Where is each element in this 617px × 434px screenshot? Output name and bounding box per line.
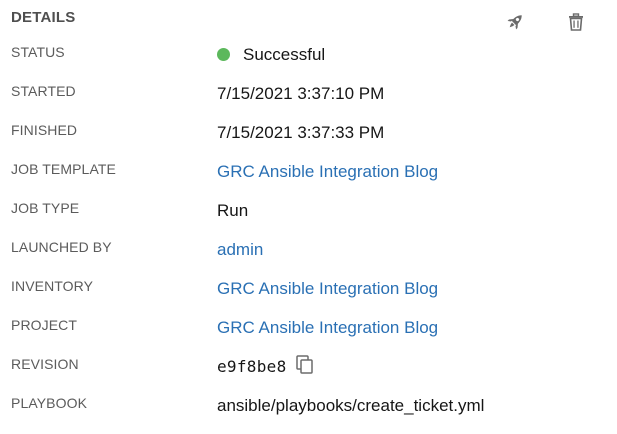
finished-row: FINISHED 7/15/2021 3:37:33 PM — [0, 122, 617, 161]
playbook-row: PLAYBOOK ansible/playbooks/create_ticket… — [0, 395, 617, 434]
launched-by-label: LAUNCHED BY — [11, 239, 112, 255]
details-heading: DETAILS — [11, 9, 76, 26]
job-details-panel: DETAILS STATUS Successful STARTED 7/15/2… — [0, 0, 617, 421]
status-label: STATUS — [11, 44, 65, 60]
job-type-row: JOB TYPE Run — [0, 200, 617, 239]
project-row: PROJECT GRC Ansible Integration Blog — [0, 317, 617, 356]
copy-icon[interactable] — [294, 353, 316, 375]
trash-icon[interactable] — [565, 11, 587, 33]
job-type-label: JOB TYPE — [11, 200, 80, 216]
header-actions — [497, 11, 617, 35]
playbook-value: ansible/playbooks/create_ticket.yml — [217, 396, 485, 415]
inventory-link[interactable]: GRC Ansible Integration Blog — [217, 279, 438, 299]
rocket-icon[interactable] — [504, 11, 526, 33]
finished-value: 7/15/2021 3:37:33 PM — [217, 123, 385, 142]
project-label: PROJECT — [11, 317, 78, 333]
revision-row: REVISION e9f8be8 — [0, 353, 617, 395]
job-template-row: JOB TEMPLATE GRC Ansible Integration Blo… — [0, 161, 617, 200]
started-value: 7/15/2021 3:37:10 PM — [217, 84, 385, 103]
status-row: STATUS Successful — [0, 44, 617, 83]
playbook-label: PLAYBOOK — [11, 395, 88, 411]
job-type-value: Run — [217, 201, 249, 220]
started-label: STARTED — [11, 83, 76, 99]
job-template-label: JOB TEMPLATE — [11, 161, 116, 177]
started-row: STARTED 7/15/2021 3:37:10 PM — [0, 83, 617, 122]
project-link[interactable]: GRC Ansible Integration Blog — [217, 318, 438, 338]
revision-label: REVISION — [11, 356, 79, 372]
finished-label: FINISHED — [11, 122, 78, 138]
revision-value: e9f8be8 — [217, 357, 287, 376]
status-success-icon — [217, 48, 230, 61]
job-template-link[interactable]: GRC Ansible Integration Blog — [217, 162, 438, 182]
inventory-row: INVENTORY GRC Ansible Integration Blog — [0, 278, 617, 317]
launched-by-row: LAUNCHED BY admin — [0, 239, 617, 278]
inventory-label: INVENTORY — [11, 278, 94, 294]
launched-by-link[interactable]: admin — [217, 240, 263, 260]
status-value: Successful — [243, 45, 326, 64]
